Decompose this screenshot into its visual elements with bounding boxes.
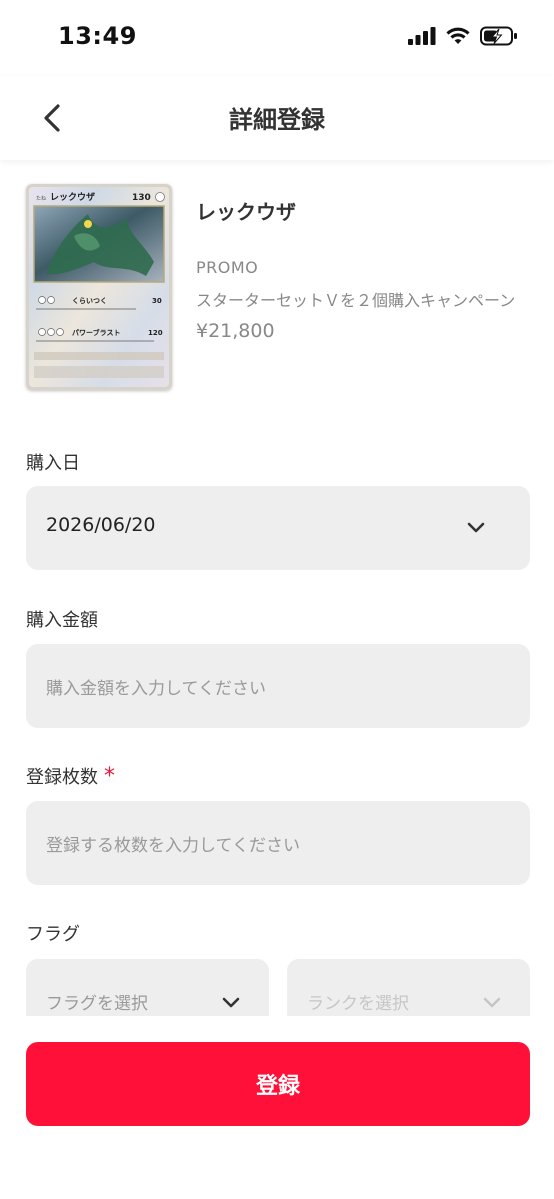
nav-bar: 詳細登録 <box>0 76 554 160</box>
purchase-date-label: 購入日 <box>26 453 80 474</box>
card-illustration: たね レックウザ 130 くらいつく 30 パワーブラスト 120 <box>26 184 172 390</box>
rank-placeholder: ランクを選択 <box>307 994 409 1014</box>
card-image-hp: 130 <box>132 193 151 203</box>
card-name: レックウザ <box>196 200 296 224</box>
flag-select[interactable]: フラグを選択 <box>26 959 269 1019</box>
card-image-attack2-name: パワーブラスト <box>72 328 120 337</box>
required-mark: * <box>104 764 115 789</box>
card-set: PROMO <box>196 258 259 277</box>
page-title: 詳細登録 <box>229 106 325 134</box>
card-image: たね レックウザ 130 くらいつく 30 パワーブラスト 120 <box>26 184 172 390</box>
card-description: スターターセットＶを２個購入キャンペーン <box>196 291 516 310</box>
wifi-icon <box>446 27 470 44</box>
purchase-date-value: 2026/06/20 <box>46 514 156 536</box>
count-label: 登録枚数 * <box>26 763 115 789</box>
card-image-attack1-name: くらいつく <box>72 297 107 305</box>
svg-text:たね: たね <box>36 196 46 202</box>
purchase-price-label: 購入金額 <box>26 610 98 631</box>
count-input[interactable]: 登録する枚数を入力してください <box>26 801 530 885</box>
register-button[interactable]: 登録 <box>26 1042 530 1126</box>
count-placeholder: 登録する枚数を入力してください <box>46 836 300 856</box>
card-image-attack1-damage: 30 <box>152 297 162 305</box>
status-bar: 13:49 <box>0 0 554 76</box>
register-button-label: 登録 <box>255 1073 300 1098</box>
purchase-date-select[interactable]: 2026/06/20 <box>26 486 530 570</box>
flag-label: フラグ <box>26 924 80 945</box>
card-price: ¥21,800 <box>196 320 275 342</box>
chevron-down-icon <box>467 522 485 533</box>
chevron-down-icon <box>222 997 240 1008</box>
flag-placeholder: フラグを選択 <box>46 994 148 1014</box>
purchase-price-input[interactable]: 購入金額を入力してください <box>26 644 530 728</box>
card-image-attack2-damage: 120 <box>148 329 163 337</box>
status-icons <box>408 26 518 46</box>
rank-select[interactable]: ランクを選択 <box>287 959 530 1019</box>
bottom-action-area: 登録 <box>0 1016 554 1199</box>
purchase-price-placeholder: 購入金額を入力してください <box>46 679 266 699</box>
status-time: 13:49 <box>58 22 137 50</box>
battery-charging-icon <box>480 26 517 46</box>
card-image-name: レックウザ <box>50 192 95 203</box>
chevron-down-icon <box>483 997 501 1008</box>
count-label-text: 登録枚数 <box>26 767 98 788</box>
cellular-signal-icon <box>408 27 436 45</box>
